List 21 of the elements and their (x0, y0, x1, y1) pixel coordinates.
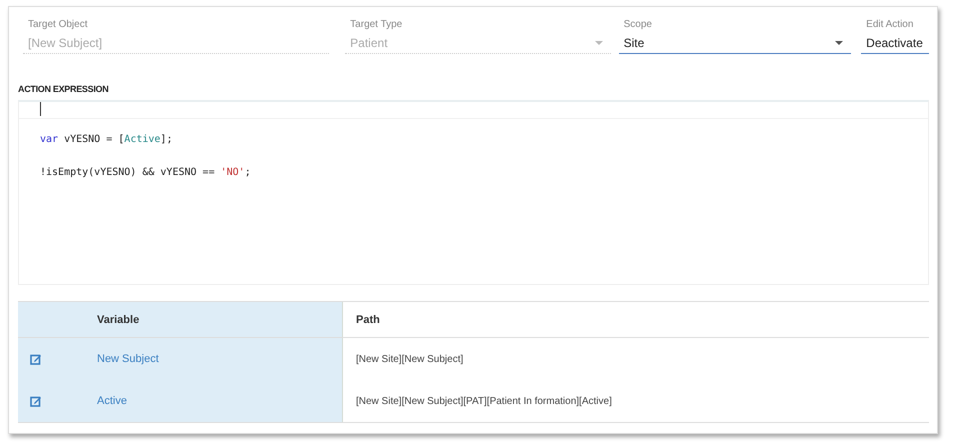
field-label: Scope (624, 19, 653, 32)
code-editor[interactable]: var vYESNO = [Active]; !isEmpty(vYESNO) && vYESNO == 'NO'; (18, 100, 929, 285)
field-label: Target Object (28, 19, 88, 32)
column-header: Variable (97, 314, 140, 326)
dropdown-field[interactable]: Site (618, 33, 852, 54)
section-title: ACTION EXPRESSION (18, 84, 110, 94)
code-line: var vYESNO = [Active]; (40, 134, 172, 145)
field-label: Target Type (350, 19, 404, 32)
edit-icon[interactable] (30, 353, 42, 365)
text-cursor (40, 102, 41, 116)
caret-icon (594, 41, 603, 45)
variable-link[interactable]: Active (97, 395, 127, 407)
code-line: !isEmpty(vYESNO) && vYESNO == 'NO'; (40, 167, 251, 178)
path-text: [New Site][New Subject][PAT][Patient In formation][Active] (356, 396, 612, 406)
input-field[interactable]: Deactivate (861, 33, 929, 54)
path-text: [New Site][New Subject] (356, 354, 464, 364)
column-header: Path (356, 314, 380, 326)
caret-icon (835, 41, 844, 45)
edit-icon[interactable] (30, 395, 42, 407)
field-label: Edit Action (866, 19, 914, 32)
variable-link[interactable]: New Subject (97, 353, 159, 365)
